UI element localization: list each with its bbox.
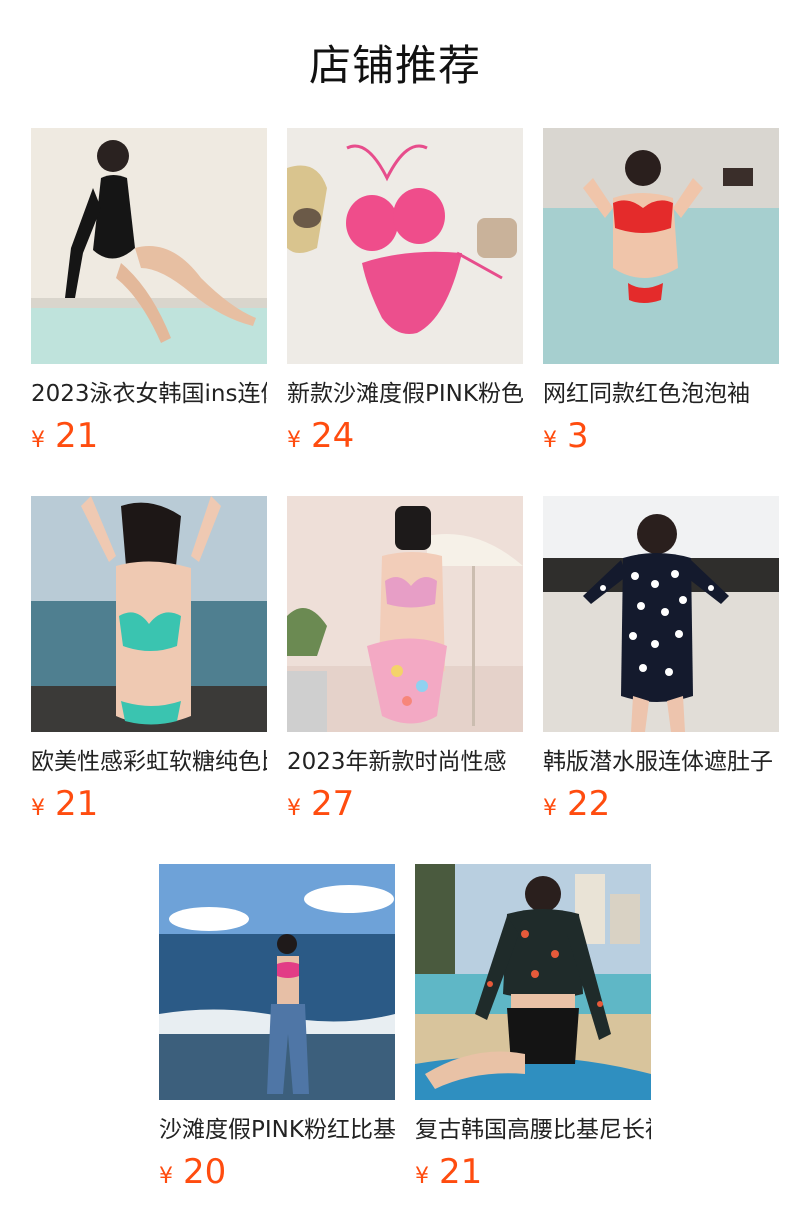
product-name[interactable]: 网红同款红色泡泡袖: [543, 378, 779, 410]
product-name[interactable]: 韩版潜水服连体遮肚子: [543, 746, 779, 778]
currency-symbol: ¥: [543, 796, 557, 821]
price-value: 20: [183, 1152, 227, 1192]
product-price: ¥22: [543, 784, 779, 830]
product-card[interactable]: 新款沙滩度假PINK粉色比基尼 ¥24: [287, 128, 523, 462]
price-value: 3: [567, 416, 589, 456]
product-price: ¥21: [31, 416, 267, 462]
product-card[interactable]: 欧美性感彩虹软糖纯色比基尼 ¥21: [31, 496, 267, 830]
product-card[interactable]: 复古韩国高腰比基尼长袖 ¥21: [415, 864, 651, 1198]
product-price: ¥21: [415, 1152, 651, 1198]
price-value: 21: [55, 416, 99, 456]
currency-symbol: ¥: [415, 1164, 429, 1189]
product-image[interactable]: [415, 864, 651, 1100]
currency-symbol: ¥: [287, 796, 301, 821]
price-value: 21: [55, 784, 99, 824]
product-name[interactable]: 欧美性感彩虹软糖纯色比基尼: [31, 746, 267, 778]
product-card[interactable]: 韩版潜水服连体遮肚子 ¥22: [543, 496, 779, 830]
product-image[interactable]: [543, 496, 779, 732]
currency-symbol: ¥: [159, 1164, 173, 1189]
product-price: ¥27: [287, 784, 523, 830]
product-image[interactable]: [543, 128, 779, 364]
product-card[interactable]: 网红同款红色泡泡袖 ¥3: [543, 128, 779, 462]
price-value: 22: [567, 784, 611, 824]
page-title: 店铺推荐: [308, 41, 481, 90]
currency-symbol: ¥: [31, 428, 45, 453]
product-name[interactable]: 新款沙滩度假PINK粉色比基尼: [287, 378, 523, 410]
currency-symbol: ¥: [543, 428, 557, 453]
price-value: 24: [311, 416, 355, 456]
product-image[interactable]: [159, 864, 395, 1100]
product-card[interactable]: 2023泳衣女韩国ins连体 ¥21: [31, 128, 267, 462]
product-price: ¥3: [543, 416, 779, 462]
product-image[interactable]: [287, 496, 523, 732]
price-value: 27: [311, 784, 355, 824]
currency-symbol: ¥: [287, 428, 301, 453]
currency-symbol: ¥: [31, 796, 45, 821]
product-name[interactable]: 复古韩国高腰比基尼长袖: [415, 1114, 651, 1146]
product-image[interactable]: [31, 496, 267, 732]
product-price: ¥24: [287, 416, 523, 462]
product-name[interactable]: 2023泳衣女韩国ins连体: [31, 378, 267, 410]
product-name[interactable]: 沙滩度假PINK粉红比基尼: [159, 1114, 395, 1146]
product-price: ¥20: [159, 1152, 395, 1198]
price-value: 21: [439, 1152, 483, 1192]
product-card[interactable]: 2023年新款时尚性感 ¥27: [287, 496, 523, 830]
product-image[interactable]: [31, 128, 267, 364]
product-price: ¥21: [31, 784, 267, 830]
product-name[interactable]: 2023年新款时尚性感: [287, 746, 523, 778]
product-card[interactable]: 沙滩度假PINK粉红比基尼 ¥20: [159, 864, 395, 1198]
product-image[interactable]: [287, 128, 523, 364]
